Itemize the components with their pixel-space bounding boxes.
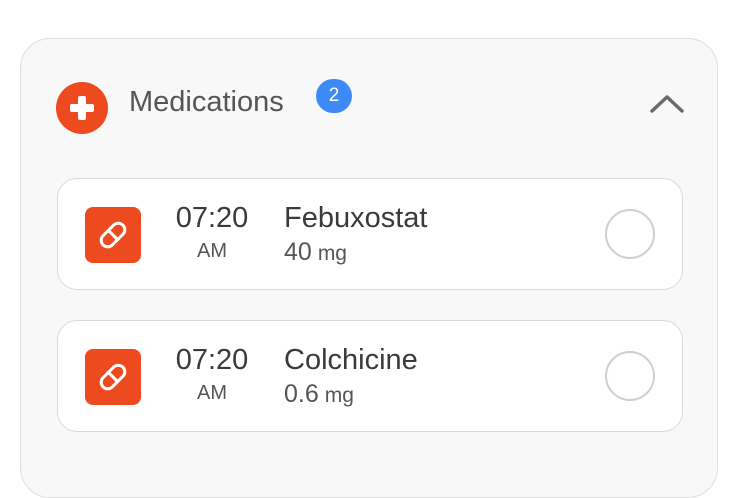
dose-unit: mg — [317, 242, 347, 265]
plus-icon — [56, 82, 108, 134]
dose-value: 0.6 — [284, 380, 319, 408]
medication-item-colchicine[interactable]: 07:20 AM Colchicine 0.6 mg — [57, 320, 683, 432]
pill-icon — [85, 349, 141, 405]
dose-amount: 40 mg — [284, 237, 347, 269]
medication-item-febuxostat[interactable]: 07:20 AM Febuxostat 40 mg — [57, 178, 683, 290]
dose-period: AM — [197, 240, 227, 262]
dose-value: 40 — [284, 238, 312, 266]
chevron-up-icon — [650, 95, 684, 113]
dose-unit: mg — [324, 384, 354, 407]
dose-time: 07:20 — [175, 344, 249, 376]
medication-name: Febuxostat — [284, 202, 428, 234]
dose-amount: 0.6 mg — [284, 379, 354, 411]
section-title: Medications — [129, 86, 284, 118]
count-badge: 2 — [316, 79, 352, 113]
dose-time: 07:20 — [175, 202, 249, 234]
taken-checkbox[interactable] — [605, 209, 655, 259]
taken-checkbox[interactable] — [605, 351, 655, 401]
medication-name: Colchicine — [284, 344, 418, 376]
pill-icon — [85, 207, 141, 263]
dose-period: AM — [197, 382, 227, 404]
collapse-button[interactable] — [647, 89, 687, 119]
medications-card: Medications 2 07:20 AM Febuxostat 40mg — [20, 38, 718, 498]
